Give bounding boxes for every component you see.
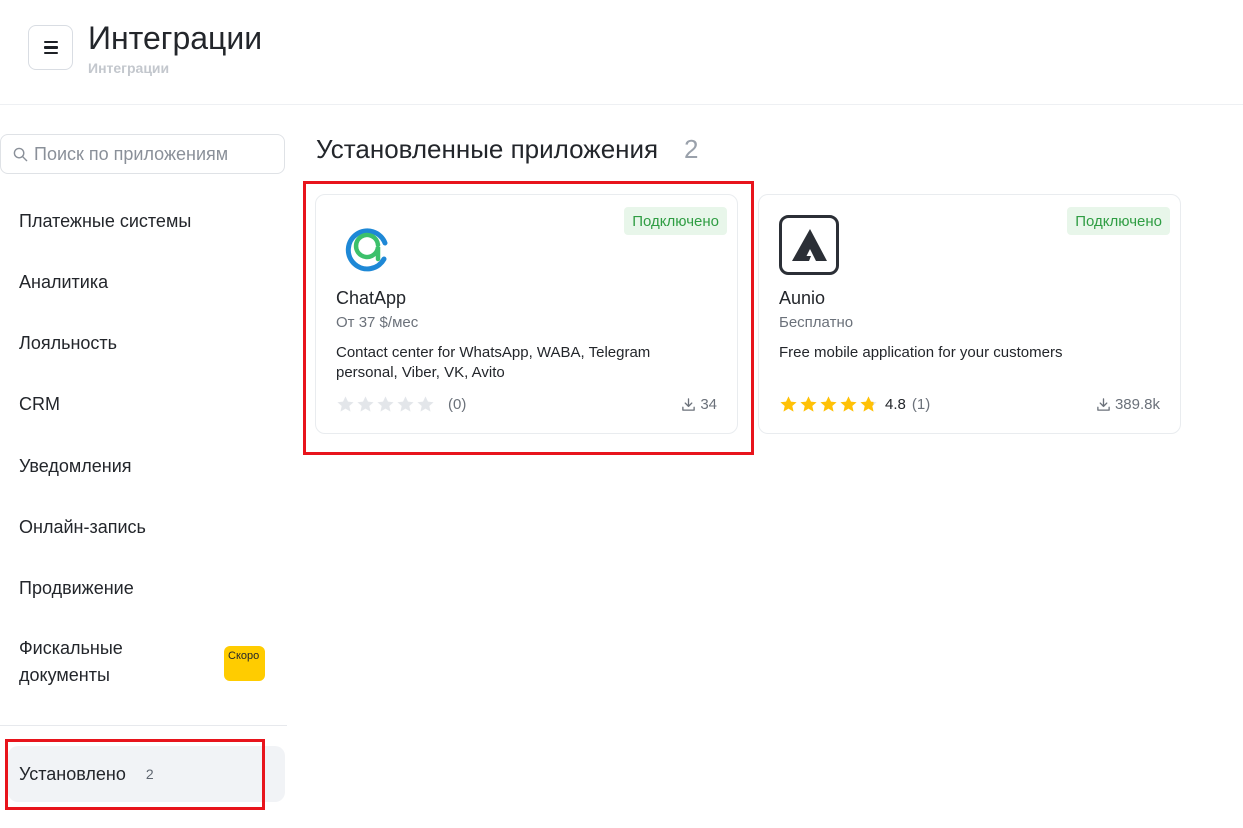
star-icon	[840, 395, 857, 412]
section-title: Установленные приложения	[316, 134, 659, 164]
sidebar-item-loyalty[interactable]: Лояльность	[19, 333, 117, 354]
star-icon	[820, 395, 837, 412]
sidebar-item-online-booking[interactable]: Онлайн-запись	[19, 517, 146, 538]
sidebar-item-notifications[interactable]: Уведомления	[19, 456, 132, 477]
download-icon	[1097, 397, 1110, 411]
rating: 4.8 (1)	[779, 394, 930, 414]
app-card-aunio[interactable]: Подключено Aunio Бесплатно Free mobile a…	[758, 194, 1181, 434]
page-title: Интеграции	[88, 20, 263, 56]
search-icon	[13, 147, 28, 161]
rating-value: 4.8	[885, 395, 906, 413]
search-box[interactable]	[0, 134, 285, 174]
status-badge: Подключено	[1067, 207, 1170, 235]
page-header: Интеграции Интеграции	[0, 0, 1243, 105]
aunio-logo-icon	[779, 215, 839, 275]
highlight-box-installed	[5, 739, 265, 810]
sidebar-item-crm[interactable]: CRM	[19, 394, 60, 415]
sidebar-item-analytics[interactable]: Аналитика	[19, 272, 108, 293]
star-icon	[800, 395, 817, 412]
sidebar-item-payments[interactable]: Платежные системы	[19, 211, 191, 232]
section-count: 2	[684, 134, 699, 164]
rating-count: (1)	[911, 395, 931, 413]
soon-badge: Скоро	[224, 646, 265, 681]
app-name: Aunio	[779, 288, 826, 308]
app-price: Бесплатно	[779, 314, 854, 331]
search-input[interactable]	[34, 143, 274, 165]
sidebar-item-fiscal-documents[interactable]: Фискальные документы	[19, 635, 159, 689]
star-icon	[780, 395, 797, 412]
star-icon	[860, 395, 877, 412]
downloads: 389.8k	[1096, 394, 1160, 414]
sidebar-item-promotion[interactable]: Продвижение	[19, 578, 134, 599]
menu-button[interactable]	[28, 25, 73, 70]
hamburger-icon	[43, 40, 58, 55]
downloads-count: 389.8k	[1114, 395, 1160, 413]
highlight-box-chatapp	[303, 181, 754, 455]
stars	[779, 395, 879, 414]
breadcrumb[interactable]: Интеграции	[88, 60, 169, 76]
app-description: Free mobile application for your custome…	[779, 344, 1063, 361]
sidebar-divider	[0, 725, 287, 726]
sidebar: Платежные системы Аналитика Лояльность C…	[0, 105, 287, 828]
